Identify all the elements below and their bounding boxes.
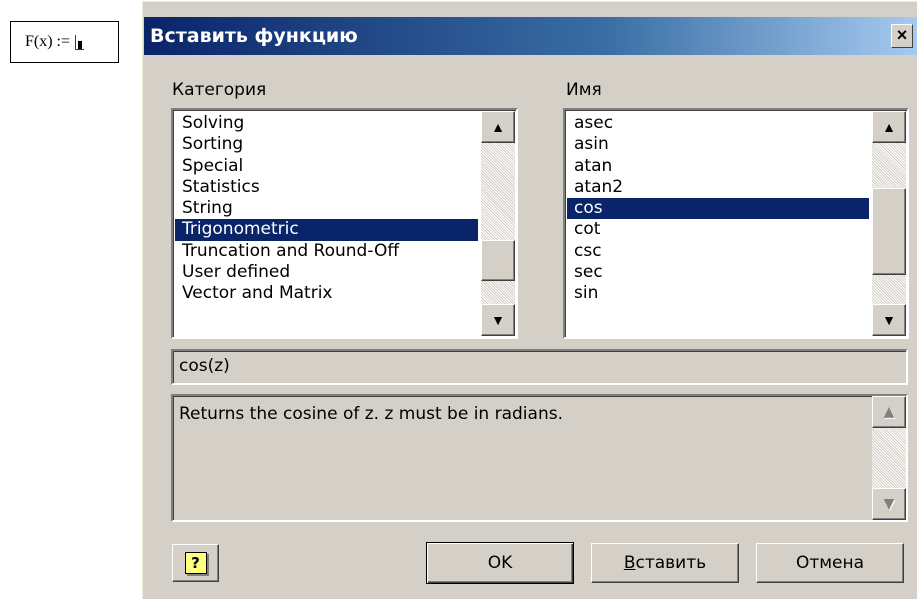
function-description-text: Returns the cosine of z. z must be in ra… (179, 404, 563, 424)
category-list-item[interactable]: String (175, 198, 478, 219)
dialog-titlebar[interactable]: Вставить функцию × (144, 17, 917, 55)
category-scroll-thumb[interactable] (481, 240, 515, 281)
name-list-item[interactable]: sin (567, 283, 869, 304)
category-label: Категория (172, 80, 267, 100)
scroll-up-arrow-icon[interactable]: ▲ (872, 111, 906, 143)
help-button[interactable]: ? (172, 544, 219, 582)
insertion-cursor-icon (75, 34, 85, 50)
category-list-item[interactable]: Solving (175, 113, 478, 134)
category-list-item[interactable]: Truncation and Round-Off (175, 241, 478, 262)
category-list-item[interactable]: Statistics (175, 177, 478, 198)
name-listbox[interactable]: asec asin atan atan2 cos cot csc sec sin ▲ ▼ (563, 108, 909, 339)
expression-text: F(x) := (25, 33, 71, 50)
name-list-item[interactable]: cos (567, 198, 869, 220)
category-scrollbar[interactable]: ▲ ▼ (481, 111, 515, 336)
scroll-down-arrow-icon[interactable]: ▼ (872, 488, 906, 520)
insert-button[interactable]: Вставить (591, 543, 739, 583)
dialog-title: Вставить функцию (150, 25, 358, 47)
insert-function-dialog: Вставить функцию × Категория Имя Solving… (141, 0, 917, 599)
name-list-item[interactable]: asin (567, 134, 869, 155)
category-list-item[interactable]: Trigonometric (175, 219, 478, 241)
scroll-down-arrow-icon[interactable]: ▼ (481, 304, 515, 336)
scroll-up-arrow-icon[interactable]: ▲ (872, 396, 906, 428)
category-listbox[interactable]: Solving Sorting Special Statistics String Tri… (171, 108, 518, 339)
function-signature-field: cos(z) (171, 349, 908, 385)
insert-button-label: ставить (635, 553, 707, 573)
category-list-item[interactable]: User defined (175, 262, 478, 283)
category-list-item[interactable]: Special (175, 156, 478, 177)
name-list-item[interactable]: cot (567, 219, 869, 240)
description-scrollbar[interactable]: ▲ ▼ (872, 396, 906, 520)
help-icon: ? (184, 552, 207, 574)
name-scroll-thumb[interactable] (872, 188, 906, 275)
ok-button[interactable]: OK (426, 542, 574, 584)
insert-button-accel: В (623, 553, 636, 573)
scroll-up-arrow-icon[interactable]: ▲ (481, 111, 515, 143)
name-scrollbar[interactable]: ▲ ▼ (872, 111, 906, 336)
category-list-item[interactable]: Sorting (175, 134, 478, 155)
name-label: Имя (566, 80, 602, 100)
name-list-item[interactable]: sec (567, 262, 869, 283)
category-list-item[interactable]: Vector and Matrix (175, 283, 478, 304)
function-description-field: Returns the cosine of z. z must be in ra… (171, 394, 908, 522)
category-list-items: Solving Sorting Special Statistics String Tri… (175, 113, 478, 305)
close-icon[interactable]: × (891, 24, 913, 48)
name-list-item[interactable]: csc (567, 241, 869, 262)
scroll-down-arrow-icon[interactable]: ▼ (872, 304, 906, 336)
name-list-item[interactable]: atan2 (567, 177, 869, 198)
cancel-button[interactable]: Отмена (756, 543, 904, 583)
name-list-item[interactable]: atan (567, 156, 869, 177)
name-list-items: asec asin atan atan2 cos cot csc sec sin (567, 113, 869, 305)
worksheet-expression[interactable]: F(x) := (10, 21, 119, 63)
name-list-item[interactable]: asec (567, 113, 869, 134)
